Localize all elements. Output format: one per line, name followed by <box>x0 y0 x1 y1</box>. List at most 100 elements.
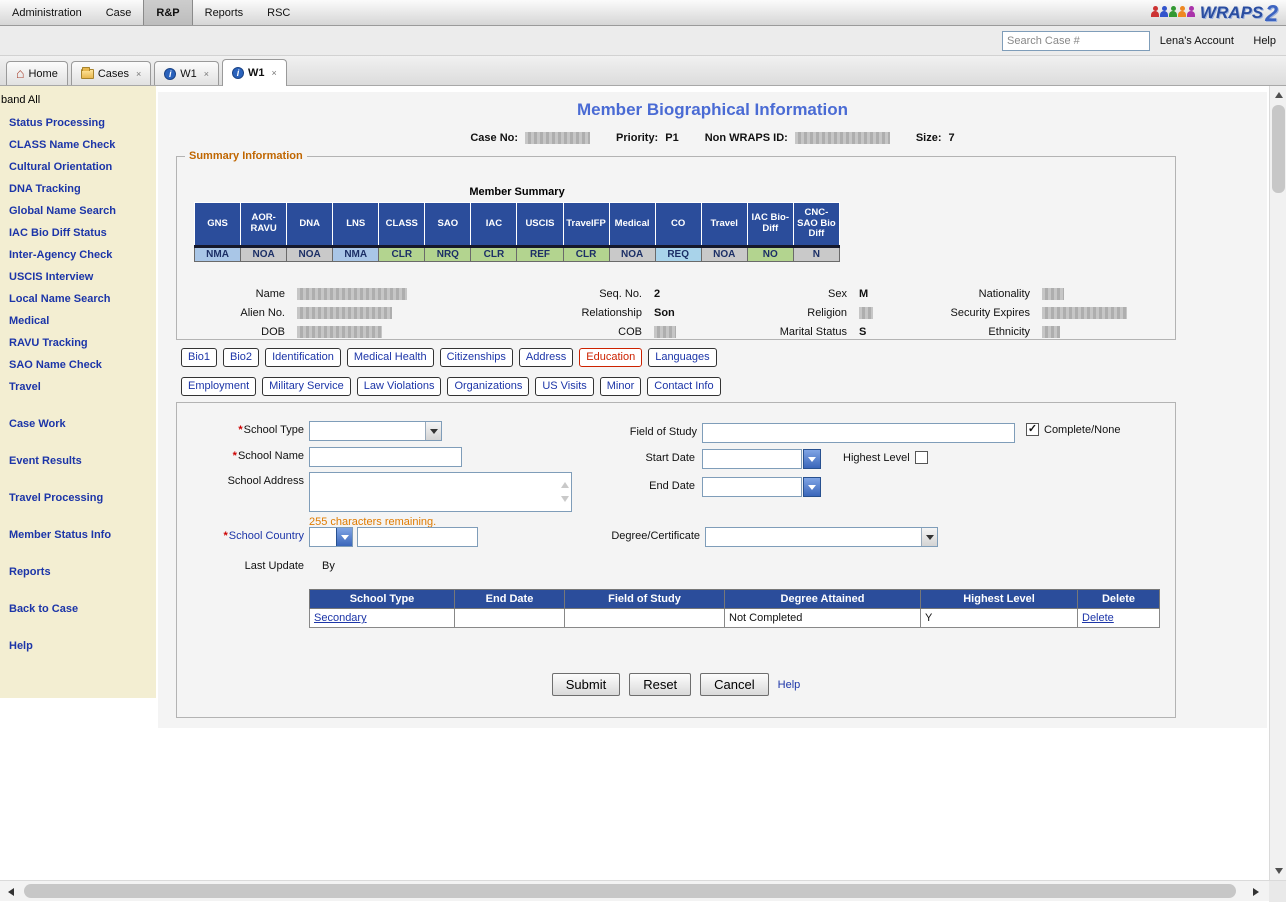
cancel-button[interactable]: Cancel <box>700 673 768 696</box>
tab-bio1[interactable]: Bio1 <box>181 348 217 367</box>
school-type-select[interactable] <box>309 421 442 441</box>
sidebar-item-event-results[interactable]: Event Results <box>0 450 156 472</box>
school-address-textarea[interactable] <box>309 472 572 512</box>
sidebar-item-cultural-orientation[interactable]: Cultural Orientation <box>0 156 156 178</box>
summary-information-section: Summary Information Member Summary GNS A… <box>176 150 1176 340</box>
menu-reports[interactable]: Reports <box>193 0 256 25</box>
end-date-calendar-button[interactable] <box>803 477 821 497</box>
highest-level-checkbox[interactable] <box>915 451 928 464</box>
scrollbar-corner <box>1269 881 1286 902</box>
reset-button[interactable]: Reset <box>629 673 691 696</box>
tab-w1-active[interactable]: W1 × <box>222 59 287 86</box>
sidebar-item-ravu-tracking[interactable]: RAVU Tracking <box>0 332 156 354</box>
end-date-input[interactable] <box>702 477 802 497</box>
school-name-input[interactable] <box>309 447 462 467</box>
submit-button[interactable]: Submit <box>552 673 620 696</box>
complete-none-group: ✓ Complete/None <box>1026 423 1120 436</box>
school-country-label[interactable]: *School Country <box>177 530 304 542</box>
start-date-calendar-button[interactable] <box>803 449 821 469</box>
sidebar-item-dna-tracking[interactable]: DNA Tracking <box>0 178 156 200</box>
sidebar-item-uscis-interview[interactable]: USCIS Interview <box>0 266 156 288</box>
tab-organizations[interactable]: Organizations <box>447 377 529 396</box>
sidebar-item-global-name-search[interactable]: Global Name Search <box>0 200 156 222</box>
sidebar-item-iac-bio-diff-status[interactable]: IAC Bio Diff Status <box>0 222 156 244</box>
scroll-right-arrow[interactable] <box>1246 881 1266 902</box>
tab-address[interactable]: Address <box>519 348 573 367</box>
sidebar-item-reports[interactable]: Reports <box>0 561 156 583</box>
tab-contact-info[interactable]: Contact Info <box>647 377 720 396</box>
last-update-label: Last Update <box>177 560 304 572</box>
close-icon[interactable]: × <box>272 68 277 78</box>
tab-minor[interactable]: Minor <box>600 377 642 396</box>
dob-value-redacted <box>297 326 382 338</box>
sidebar-item-medical[interactable]: Medical <box>0 310 156 332</box>
sidebar-item-member-status-info[interactable]: Member Status Info <box>0 524 156 546</box>
degree-certificate-select[interactable] <box>705 527 938 547</box>
cob-value-redacted <box>654 326 676 338</box>
scroll-down-arrow[interactable] <box>1270 863 1286 880</box>
sidebar-item-travel-processing[interactable]: Travel Processing <box>0 487 156 509</box>
school-country-code-select[interactable] <box>309 527 353 547</box>
menu-rsc[interactable]: RSC <box>255 0 302 25</box>
school-country-input[interactable] <box>357 527 478 547</box>
sidebar-item-local-name-search[interactable]: Local Name Search <box>0 288 156 310</box>
sidebar-item-case-work[interactable]: Case Work <box>0 413 156 435</box>
account-link[interactable]: Lena's Account <box>1160 35 1234 47</box>
tab-w1-first[interactable]: W1 × <box>154 61 219 85</box>
horizontal-scrollbar[interactable] <box>0 880 1286 901</box>
tab-military-service[interactable]: Military Service <box>262 377 351 396</box>
dropdown-arrow-icon[interactable] <box>336 528 352 546</box>
sidebar-item-travel[interactable]: Travel <box>0 376 156 398</box>
complete-none-checkbox[interactable]: ✓ <box>1026 423 1039 436</box>
menu-rp[interactable]: R&P <box>143 0 192 25</box>
search-case-input[interactable] <box>1002 31 1150 51</box>
tab-law-violations[interactable]: Law Violations <box>357 377 442 396</box>
nationality-value-redacted <box>1042 288 1064 300</box>
field-of-study-input[interactable] <box>702 423 1015 443</box>
dropdown-arrow-icon[interactable] <box>425 422 441 440</box>
start-date-input[interactable] <box>702 449 802 469</box>
tab-education[interactable]: Education <box>579 348 642 367</box>
tab-bio2[interactable]: Bio2 <box>223 348 259 367</box>
edu-row-delete-link[interactable]: Delete <box>1082 612 1114 624</box>
edu-row-highest-level: Y <box>921 609 1078 628</box>
tab-employment[interactable]: Employment <box>181 377 256 396</box>
tab-identification[interactable]: Identification <box>265 348 341 367</box>
form-help-link[interactable]: Help <box>778 679 801 691</box>
tab-medical-health[interactable]: Medical Health <box>347 348 434 367</box>
sidebar-item-class-name-check[interactable]: CLASS Name Check <box>0 134 156 156</box>
summary-status-2: NOA <box>287 247 333 262</box>
logo-people-icon <box>1151 6 1196 20</box>
highest-level-group: Highest Level <box>843 451 928 464</box>
dropdown-arrow-icon[interactable] <box>921 528 937 546</box>
scroll-left-arrow[interactable] <box>0 881 20 902</box>
school-address-label: School Address <box>177 475 304 487</box>
horizontal-scrollbar-thumb[interactable] <box>24 884 1236 898</box>
close-icon[interactable]: × <box>136 69 141 79</box>
edu-header-delete: Delete <box>1078 590 1160 609</box>
complete-none-label: Complete/None <box>1044 424 1120 436</box>
sidebar-item-help[interactable]: Help <box>0 635 156 657</box>
sidebar-item-sao-name-check[interactable]: SAO Name Check <box>0 354 156 376</box>
tab-languages[interactable]: Languages <box>648 348 716 367</box>
tab-home[interactable]: Home <box>6 61 68 85</box>
scroll-up-arrow[interactable] <box>1270 86 1286 103</box>
sidebar-item-inter-agency-check[interactable]: Inter-Agency Check <box>0 244 156 266</box>
sidebar-item-back-to-case[interactable]: Back to Case <box>0 598 156 620</box>
summary-status-10: REQ <box>655 247 701 262</box>
close-icon[interactable]: × <box>204 69 209 79</box>
edu-row-school-type-link[interactable]: Secondary <box>314 612 367 624</box>
expand-all-link[interactable]: band All <box>0 86 156 112</box>
menu-case[interactable]: Case <box>94 0 144 25</box>
ethnicity-label: Ethnicity <box>877 326 1042 338</box>
tab-citizenships[interactable]: Citizenships <box>440 348 513 367</box>
summary-header-9: Medical <box>609 203 655 247</box>
required-asterisk: * <box>233 450 237 462</box>
tab-us-visits[interactable]: US Visits <box>535 377 593 396</box>
vertical-scrollbar[interactable] <box>1269 86 1286 880</box>
menu-administration[interactable]: Administration <box>0 0 94 25</box>
tab-cases[interactable]: Cases × <box>71 61 151 85</box>
help-link-top[interactable]: Help <box>1253 35 1276 47</box>
vertical-scrollbar-thumb[interactable] <box>1272 105 1285 193</box>
sidebar-item-status-processing[interactable]: Status Processing <box>0 112 156 134</box>
